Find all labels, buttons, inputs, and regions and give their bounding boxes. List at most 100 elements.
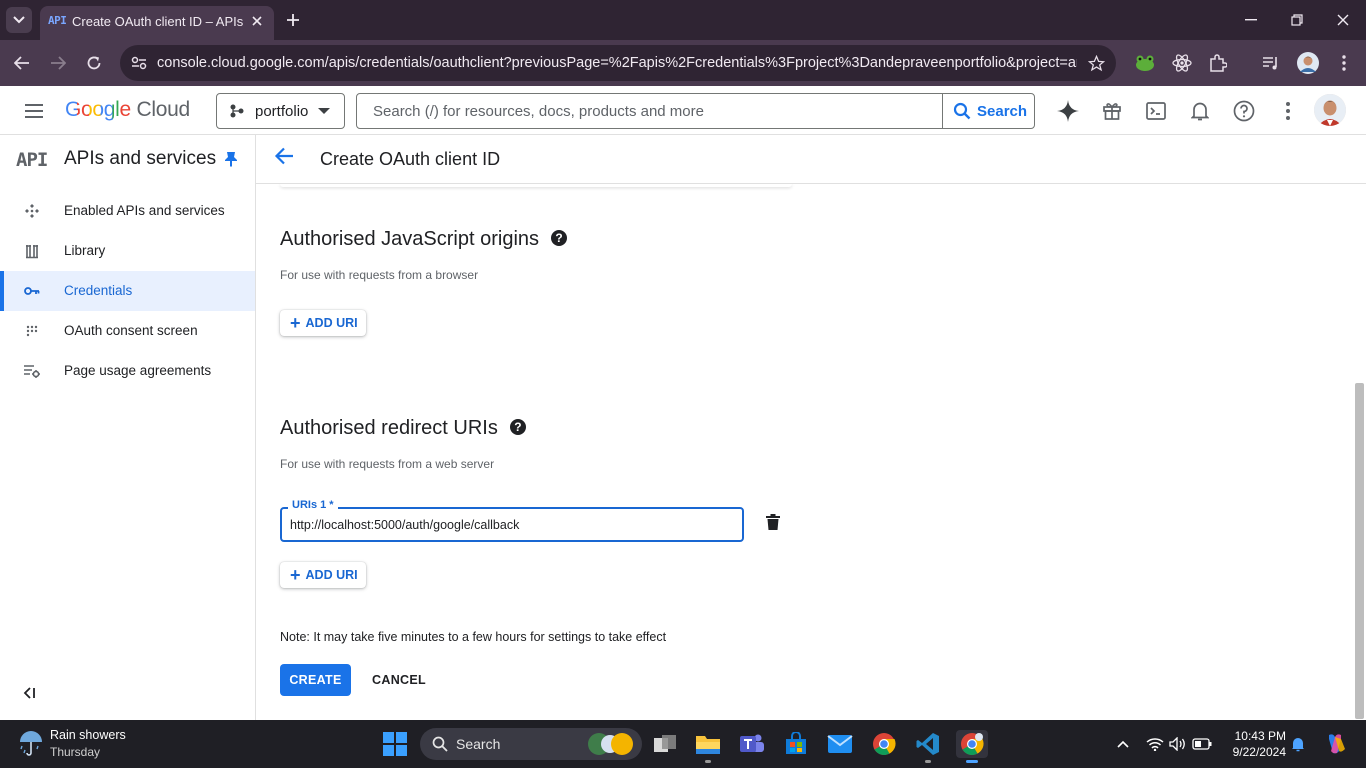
more-options-icon[interactable]: [1276, 99, 1300, 123]
restore-icon[interactable]: [1285, 8, 1309, 32]
api-logo-icon: API: [16, 149, 48, 171]
js-origins-title: Authorised JavaScript origins: [280, 228, 540, 250]
sidebar-item-page-usage[interactable]: Page usage agreements: [0, 351, 255, 391]
apis-icon: [22, 201, 42, 221]
console-header: Google Cloud portfolio Search: [0, 86, 1366, 135]
section-title-redirect-uris: Authorised redirect URIs?: [280, 417, 526, 440]
search-icon: [432, 736, 448, 752]
frog-extension-icon[interactable]: [1133, 51, 1157, 75]
tab-search-button[interactable]: [6, 7, 32, 33]
wifi-icon[interactable]: [1145, 734, 1165, 754]
sidebar-item-label: Library: [64, 243, 106, 258]
new-tab-icon[interactable]: [282, 9, 304, 31]
delete-trash-icon[interactable]: [766, 514, 784, 534]
search-button[interactable]: Search: [942, 94, 1034, 128]
window-close-icon[interactable]: [1331, 8, 1355, 32]
windows-taskbar: Rain showers Thursday Search 10:43 PM 9/…: [0, 720, 1366, 768]
vscode-icon[interactable]: [914, 730, 942, 758]
back-arrow-icon[interactable]: [10, 51, 34, 75]
account-avatar[interactable]: [1314, 94, 1346, 126]
volume-icon[interactable]: [1168, 734, 1188, 754]
back-arrow-icon[interactable]: [274, 147, 298, 171]
browser-toolbar: console.cloud.google.com/apis/credential…: [0, 40, 1366, 86]
create-button[interactable]: CREATE: [280, 664, 351, 696]
help-circle-icon[interactable]: ?: [509, 419, 526, 435]
notification-bell-icon[interactable]: [1288, 734, 1308, 754]
hamburger-menu-icon[interactable]: [22, 99, 46, 123]
pin-icon[interactable]: [224, 151, 238, 172]
media-queue-icon[interactable]: [1259, 51, 1283, 75]
sidebar-item-library[interactable]: Library: [0, 231, 255, 271]
google-cloud-logo[interactable]: Google Cloud: [65, 98, 190, 122]
site-info-icon[interactable]: [129, 53, 149, 73]
tab-close-icon[interactable]: [248, 12, 266, 30]
teams-icon[interactable]: [738, 730, 766, 758]
chrome-active-icon[interactable]: [956, 730, 988, 758]
sidebar-item-credentials[interactable]: Credentials: [0, 271, 255, 311]
previous-section-edge: [280, 184, 792, 187]
gemini-sparkle-icon[interactable]: [1056, 99, 1080, 123]
running-indicator: [705, 760, 711, 763]
logo-google: Google: [65, 98, 131, 121]
js-origins-subtitle: For use with requests from a browser: [280, 268, 479, 282]
tray-chevron-up-icon[interactable]: [1113, 734, 1133, 754]
add-js-origin-button[interactable]: + ADD URI: [280, 310, 366, 336]
sidebar-item-label: OAuth consent screen: [64, 323, 198, 338]
cancel-button[interactable]: CANCEL: [360, 664, 438, 696]
taskbar-clock[interactable]: 10:43 PM 9/22/2024: [1222, 728, 1286, 760]
search-highlight-icon: [588, 733, 633, 755]
sidebar-item-enabled-apis[interactable]: Enabled APIs and services: [0, 191, 255, 231]
main-content: Authorised JavaScript origins? For use w…: [256, 135, 1366, 720]
tab-title: Create OAuth client ID – APIs and servic…: [72, 14, 244, 29]
address-bar[interactable]: console.cloud.google.com/apis/credential…: [120, 45, 1116, 81]
clock-time: 10:43 PM: [1234, 729, 1286, 743]
page-scrollbar[interactable]: [1355, 383, 1364, 719]
sidebar-item-label: Page usage agreements: [64, 363, 212, 378]
collapse-sidebar-icon[interactable]: [22, 686, 42, 704]
windows-start-icon[interactable]: [381, 730, 409, 758]
settings-note: Note: It may take five minutes to a few …: [280, 630, 667, 644]
notifications-bell-icon[interactable]: [1188, 99, 1212, 123]
task-view-icon[interactable]: [651, 730, 679, 758]
logo-cloud: Cloud: [136, 98, 190, 121]
api-favicon-icon: API: [48, 14, 67, 27]
settings-list-icon: [22, 361, 42, 381]
react-devtools-icon[interactable]: [1170, 51, 1194, 75]
active-indicator: [966, 760, 978, 763]
cloud-shell-icon[interactable]: [1144, 99, 1168, 123]
browser-menu-icon[interactable]: [1332, 51, 1356, 75]
help-circle-icon[interactable]: ?: [551, 230, 568, 246]
reload-icon[interactable]: [82, 51, 106, 75]
sidebar-item-oauth-consent[interactable]: OAuth consent screen: [0, 311, 255, 351]
browser-tab[interactable]: API Create OAuth client ID – APIs and se…: [40, 6, 274, 40]
mail-icon[interactable]: [826, 730, 854, 758]
taskbar-search[interactable]: Search: [420, 728, 642, 760]
file-explorer-icon[interactable]: [694, 730, 722, 758]
extensions-puzzle-icon[interactable]: [1206, 51, 1230, 75]
project-picker[interactable]: portfolio: [216, 93, 345, 129]
add-uri-label: ADD URI: [305, 316, 358, 330]
redirect-uri-input[interactable]: [282, 509, 742, 540]
add-redirect-uri-button[interactable]: + ADD URI: [280, 562, 366, 588]
copilot-icon[interactable]: [1322, 734, 1348, 754]
gift-icon[interactable]: [1100, 99, 1124, 123]
minimize-icon[interactable]: [1239, 8, 1263, 32]
chrome-icon[interactable]: [870, 730, 898, 758]
profile-avatar-icon[interactable]: [1296, 51, 1320, 75]
search-icon: [953, 102, 971, 120]
redirect-uri-field: URIs 1 *: [280, 499, 744, 542]
section-title-js-origins: Authorised JavaScript origins?: [280, 228, 568, 251]
sidebar-item-label: Enabled APIs and services: [64, 203, 225, 218]
search-input[interactable]: [358, 95, 941, 127]
dropdown-arrow-icon: [318, 108, 330, 114]
console-search: Search: [356, 93, 1035, 129]
help-icon[interactable]: [1232, 99, 1256, 123]
consent-icon: [22, 321, 42, 341]
forward-arrow-icon[interactable]: [46, 51, 70, 75]
microsoft-store-icon[interactable]: [782, 730, 810, 758]
battery-icon[interactable]: [1192, 734, 1212, 754]
taskbar-search-label: Search: [456, 736, 501, 752]
rain-umbrella-icon: [20, 731, 42, 756]
chevron-down-icon: [13, 16, 25, 24]
bookmark-star-icon[interactable]: [1086, 53, 1106, 73]
